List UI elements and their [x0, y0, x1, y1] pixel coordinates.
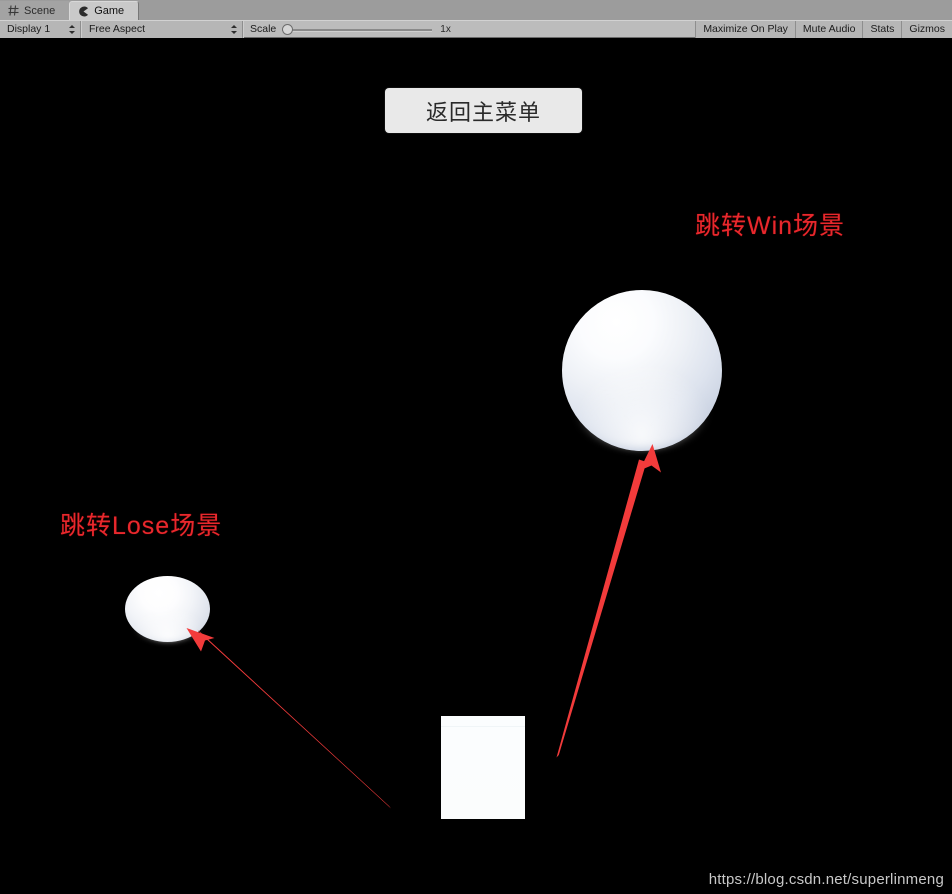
return-to-main-menu-button[interactable]: 返回主菜单: [385, 88, 582, 133]
aspect-selector-label: Free Aspect: [89, 23, 146, 35]
arrow-to-lose-sphere: [186, 628, 391, 809]
scale-value: 1x: [440, 23, 451, 35]
chevron-updown-icon: [230, 24, 238, 35]
tab-scene-label: Scene: [24, 4, 56, 17]
sphere-small: [125, 576, 210, 642]
display-selector[interactable]: Display 1: [0, 20, 80, 38]
chevron-updown-icon: [68, 24, 76, 35]
scale-slider-knob[interactable]: [282, 23, 294, 35]
stats-button[interactable]: Stats: [862, 20, 902, 38]
display-selector-label: Display 1: [7, 23, 51, 35]
unity-editor-game-window: Scene Game Display 1 Free Aspect Scale 1…: [0, 0, 952, 894]
arrow-to-win-sphere: [556, 444, 661, 758]
annotation-win-label: 跳转Win场景: [695, 212, 846, 240]
aspect-selector[interactable]: Free Aspect: [82, 20, 242, 38]
scale-label: Scale: [250, 23, 277, 35]
tab-game[interactable]: Game: [69, 1, 140, 20]
maximize-on-play-button[interactable]: Maximize On Play: [695, 20, 795, 38]
scale-slider[interactable]: [282, 21, 433, 38]
scale-slider-rail: [282, 28, 433, 32]
scale-slider-group: Scale 1x: [244, 21, 455, 38]
tab-scene[interactable]: Scene: [0, 1, 70, 20]
return-to-main-menu-label: 返回主菜单: [425, 99, 541, 125]
tab-game-label: Game: [94, 5, 125, 17]
annotation-lose-label: 跳转Lose场景: [60, 512, 223, 540]
game-render-area: 返回主菜单 跳转Win场景 跳转Lose场景 https://blog.csdn…: [0, 38, 952, 894]
sphere-large: [562, 290, 722, 451]
gizmos-button[interactable]: Gizmos: [901, 20, 952, 38]
watermark: https://blog.csdn.net/superlinmeng: [708, 871, 944, 888]
mute-audio-button[interactable]: Mute Audio: [794, 20, 863, 38]
editor-tab-bar: Scene Game: [0, 0, 952, 21]
cube: [441, 716, 525, 819]
game-pacman-icon: [78, 6, 89, 17]
game-view-toolbar: Display 1 Free Aspect Scale 1x Maximize …: [0, 20, 952, 38]
toolbar-right-group: Maximize On Play Mute Audio Stats Gizmos: [695, 20, 952, 38]
grid-icon: [8, 5, 19, 16]
